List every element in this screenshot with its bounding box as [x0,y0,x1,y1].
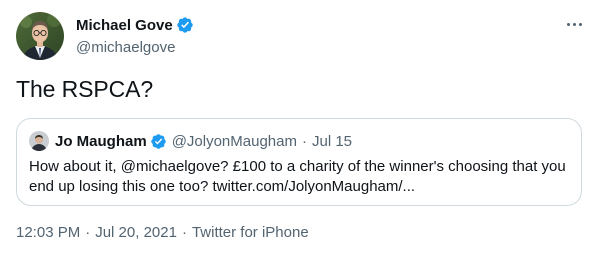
verified-badge-icon [150,133,166,149]
meta-separator: · [181,224,187,241]
author-display-name[interactable]: Michael Gove [76,17,173,34]
more-options-button[interactable] [562,14,586,34]
tweet-source-link[interactable]: Twitter for iPhone [192,224,309,241]
author-handle[interactable]: @michaelgove [76,39,194,56]
author-name-row: Michael Gove [76,15,194,35]
meta-separator: · [85,224,91,241]
more-dot-icon [566,22,570,26]
quoted-text: How about it, @michaelgove? £100 to a ch… [29,158,566,195]
avatar-photo-icon [16,12,64,60]
quoted-author-avatar [29,131,49,151]
quoted-tweet-card[interactable]: Jo Maugham @JolyonMaugham · Jul 15 How a… [16,118,582,206]
author-block: Michael Gove @michaelgove [76,15,194,56]
author-avatar[interactable] [16,12,64,60]
verified-badge-icon [177,17,193,33]
tweet-text: The RSPCA? [16,76,154,102]
tweet-date-link[interactable]: Jul 20, 2021 [95,224,177,241]
more-dot-icon [578,22,582,26]
quoted-header: Jo Maugham @JolyonMaugham · Jul 15 [29,131,352,151]
more-dot-icon [572,22,576,26]
avatar-photo-icon [29,131,49,151]
quoted-separator: · [301,132,307,150]
tweet: Michael Gove @michaelgove The RSPCA? Jo [0,0,600,262]
tweet-meta: 12:03 PM · Jul 20, 2021 · Twitter for iP… [16,224,309,241]
quoted-handle: @JolyonMaugham [171,132,297,150]
quoted-date: Jul 15 [311,132,353,150]
tweet-time-link[interactable]: 12:03 PM [16,224,80,241]
quoted-display-name: Jo Maugham [55,132,147,150]
